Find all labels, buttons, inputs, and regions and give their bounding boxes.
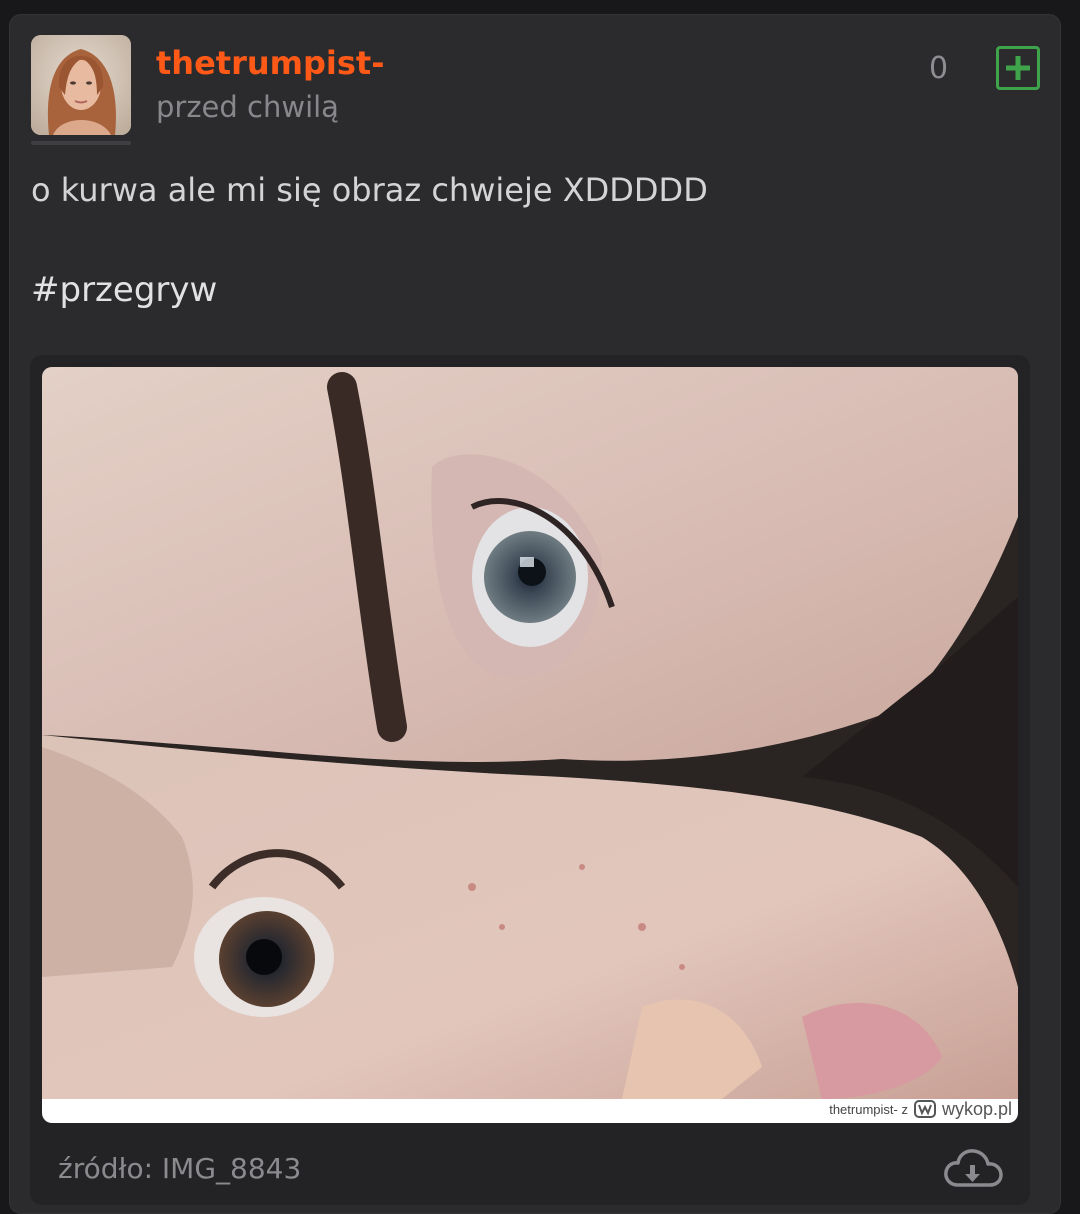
author-username[interactable]: thetrumpist- (156, 43, 384, 83)
wykop-logo-icon (913, 1100, 936, 1118)
watermark-brand: wykop.pl (941, 1098, 1012, 1119)
avatar-image (31, 35, 131, 135)
upvote-button[interactable] (996, 46, 1040, 90)
cloud-download-icon (944, 1149, 1003, 1187)
embedded-photo[interactable]: thetrumpist- z wykop.pl (42, 367, 1018, 1123)
entry-timestamp[interactable]: przed chwilą (156, 89, 339, 125)
photo-content (42, 367, 1018, 1099)
download-button[interactable] (942, 1145, 1004, 1193)
vote-count: 0 (929, 51, 949, 86)
entry-tag[interactable]: #przegryw (31, 269, 217, 311)
avatar[interactable] (31, 35, 131, 135)
plus-icon (1006, 56, 1030, 80)
source-label: źródło: IMG_8843 (58, 1152, 302, 1185)
entry-card: thetrumpist- przed chwilą 0 o kurwa ale … (9, 14, 1061, 1214)
media-embed: thetrumpist- z wykop.pl źródło: IMG_8843 (30, 355, 1030, 1205)
watermark-prefix: thetrumpist- z (829, 1101, 908, 1117)
entry-body: o kurwa ale mi się obraz chwieje XDDDDD (31, 171, 708, 209)
avatar-status-bar (31, 141, 131, 145)
wykop-watermark: thetrumpist- z wykop.pl (829, 1097, 1012, 1121)
